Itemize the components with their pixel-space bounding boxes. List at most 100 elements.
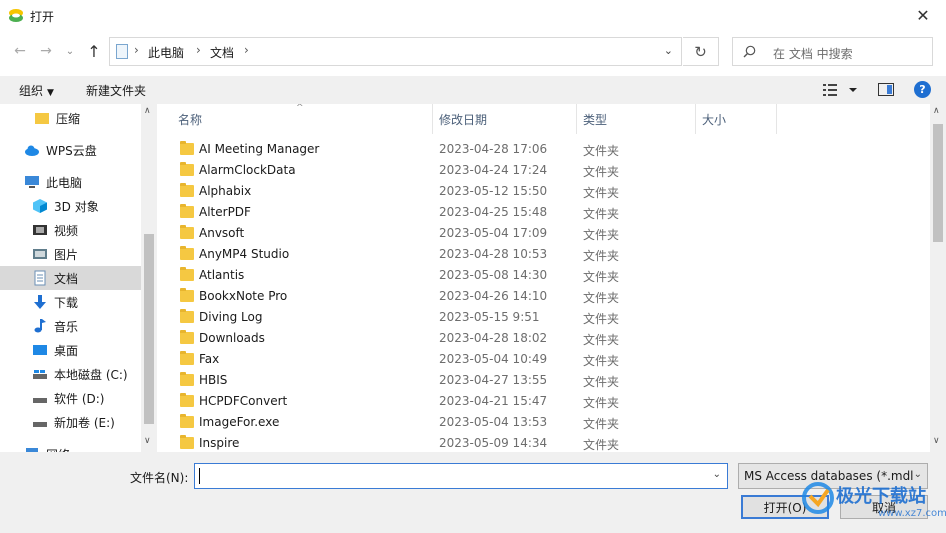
open-button[interactable]: 打开(O) xyxy=(741,495,829,519)
scroll-down-icon[interactable]: ∨ xyxy=(144,436,151,446)
close-button[interactable]: ✕ xyxy=(900,0,946,30)
file-type: 文件夹 xyxy=(583,375,620,389)
breadcrumb-documents[interactable]: 文档 xyxy=(210,44,234,61)
nav-item-desktop[interactable]: 桌面 xyxy=(0,338,141,362)
nav-item-3d-objects[interactable]: 3D 对象 xyxy=(0,194,141,218)
back-button[interactable]: ← xyxy=(10,41,30,61)
scroll-thumb[interactable] xyxy=(144,234,154,424)
up-button[interactable]: ↑ xyxy=(84,41,104,61)
filename-input[interactable]: ⌄ xyxy=(194,463,728,489)
file-name: Alphabix xyxy=(199,184,252,198)
view-options-icon[interactable] xyxy=(822,82,862,98)
column-header-modified[interactable]: 修改日期 xyxy=(433,104,577,134)
dialog-footer: 文件名(N): ⌄ MS Access databases (*.mdl ⌄ 打… xyxy=(0,452,946,533)
file-row[interactable]: AnyMP4 Studio 2023-04-28 10:53 文件夹 xyxy=(160,244,930,265)
file-type: 文件夹 xyxy=(583,207,620,221)
forward-button[interactable]: → xyxy=(36,41,56,61)
nav-item-drive-c[interactable]: 本地磁盘 (C:) xyxy=(0,362,141,386)
file-modified: 2023-05-04 17:09 xyxy=(439,226,548,240)
cancel-button[interactable]: 取消 xyxy=(840,495,928,519)
nav-item-downloads[interactable]: 下载 xyxy=(0,290,141,314)
file-name: HCPDFConvert xyxy=(199,394,288,408)
file-name: AlarmClockData xyxy=(199,163,296,177)
file-type: 文件夹 xyxy=(583,396,620,410)
file-row[interactable]: AlterPDF 2023-04-25 15:48 文件夹 xyxy=(160,202,930,223)
file-row[interactable]: Atlantis 2023-05-08 14:30 文件夹 xyxy=(160,265,930,286)
file-row[interactable]: ImageFor.exe 2023-05-04 13:53 文件夹 xyxy=(160,412,930,433)
file-type: 文件夹 xyxy=(583,165,620,179)
cloud-icon xyxy=(25,145,39,156)
column-header-size[interactable]: 大小 xyxy=(696,104,777,134)
folder-icon xyxy=(180,414,194,428)
folder-icon xyxy=(180,435,194,449)
refresh-button[interactable]: ↻ xyxy=(683,37,719,66)
drive-icon xyxy=(33,398,47,403)
recent-locations-button[interactable]: ⌄ xyxy=(60,41,80,61)
file-list-scrollbar[interactable]: ∧ ∨ xyxy=(930,104,946,452)
folder-icon xyxy=(180,162,194,176)
file-row[interactable]: Fax 2023-05-04 10:49 文件夹 xyxy=(160,349,930,370)
new-folder-button[interactable]: 新建文件夹 xyxy=(86,82,146,99)
filetype-select[interactable]: MS Access databases (*.mdl ⌄ xyxy=(738,463,928,489)
nav-item-drive-d[interactable]: 软件 (D:) xyxy=(0,386,141,410)
video-icon xyxy=(33,225,47,235)
search-placeholder: 在 文档 中搜索 xyxy=(773,47,853,61)
nav-item-videos[interactable]: 视频 xyxy=(0,218,141,242)
back-arrow-icon: ← xyxy=(14,43,26,59)
file-modified: 2023-04-26 14:10 xyxy=(439,289,548,303)
file-row[interactable]: Downloads 2023-04-28 18:02 文件夹 xyxy=(160,328,930,349)
file-row[interactable]: AlarmClockData 2023-04-24 17:24 文件夹 xyxy=(160,160,930,181)
nav-item-wps-cloud[interactable]: WPS云盘 xyxy=(0,138,141,162)
scroll-up-icon[interactable]: ∧ xyxy=(144,106,151,116)
folder-icon xyxy=(180,225,194,239)
file-row[interactable]: HCPDFConvert 2023-04-21 15:47 文件夹 xyxy=(160,391,930,412)
nav-item-this-pc[interactable]: 此电脑 xyxy=(0,170,141,194)
column-header-type[interactable]: 类型 xyxy=(577,104,696,134)
close-icon: ✕ xyxy=(916,5,930,25)
file-row[interactable]: AI Meeting Manager 2023-04-28 17:06 文件夹 xyxy=(160,139,930,160)
text-caret xyxy=(199,468,200,484)
file-modified: 2023-05-04 13:53 xyxy=(439,415,548,429)
file-modified: 2023-05-08 14:30 xyxy=(439,268,548,282)
breadcrumb-this-pc[interactable]: 此电脑 xyxy=(148,44,184,61)
file-row[interactable]: Alphabix 2023-05-12 15:50 文件夹 xyxy=(160,181,930,202)
nav-item-drive-e[interactable]: 新加卷 (E:) xyxy=(0,410,141,434)
file-modified: 2023-04-24 17:24 xyxy=(439,163,548,177)
picture-icon xyxy=(33,249,47,259)
nav-item-label: 下载 xyxy=(54,295,79,310)
filename-label: 文件名(N): xyxy=(130,471,189,485)
drive-icon xyxy=(33,370,47,379)
search-icon xyxy=(743,45,756,58)
download-icon xyxy=(34,295,46,309)
nav-item-network[interactable]: 网络 xyxy=(0,442,141,452)
file-modified: 2023-04-28 18:02 xyxy=(439,331,548,345)
scroll-thumb[interactable] xyxy=(933,124,943,242)
file-modified: 2023-05-09 14:34 xyxy=(439,436,548,450)
address-bar[interactable]: › 此电脑 › 文档 › ⌄ xyxy=(109,37,682,66)
nav-item-compress[interactable]: 压缩 xyxy=(0,106,141,130)
file-row[interactable]: Anvsoft 2023-05-04 17:09 文件夹 xyxy=(160,223,930,244)
computer-icon xyxy=(25,176,39,188)
scroll-up-icon[interactable]: ∧ xyxy=(933,106,940,116)
nav-scrollbar[interactable]: ∧ ∨ xyxy=(141,104,157,452)
help-icon[interactable]: ? xyxy=(914,81,931,98)
chevron-down-icon[interactable]: ⌄ xyxy=(664,44,673,57)
file-row[interactable]: Diving Log 2023-05-15 9:51 文件夹 xyxy=(160,307,930,328)
file-row[interactable]: Inspire 2023-05-09 14:34 文件夹 xyxy=(160,433,930,452)
search-box[interactable]: 在 文档 中搜索 xyxy=(732,37,933,66)
column-header-name[interactable]: 名称 xyxy=(160,104,433,134)
file-name: AI Meeting Manager xyxy=(199,142,320,156)
preview-pane-icon[interactable] xyxy=(878,83,894,96)
nav-item-label: 本地磁盘 (C:) xyxy=(54,367,128,382)
scroll-down-icon[interactable]: ∨ xyxy=(933,436,940,446)
file-row[interactable]: HBIS 2023-04-27 13:55 文件夹 xyxy=(160,370,930,391)
organize-button[interactable]: 组织 ▼ xyxy=(19,82,54,99)
file-row[interactable]: BookxNote Pro 2023-04-26 14:10 文件夹 xyxy=(160,286,930,307)
chevron-down-icon[interactable]: ⌄ xyxy=(713,469,721,480)
nav-item-music[interactable]: 音乐 xyxy=(0,314,141,338)
nav-item-documents[interactable]: 文档 xyxy=(0,266,141,290)
file-type: 文件夹 xyxy=(583,228,620,242)
file-name: Fax xyxy=(199,352,220,366)
desktop-icon xyxy=(33,345,47,355)
nav-item-pictures[interactable]: 图片 xyxy=(0,242,141,266)
